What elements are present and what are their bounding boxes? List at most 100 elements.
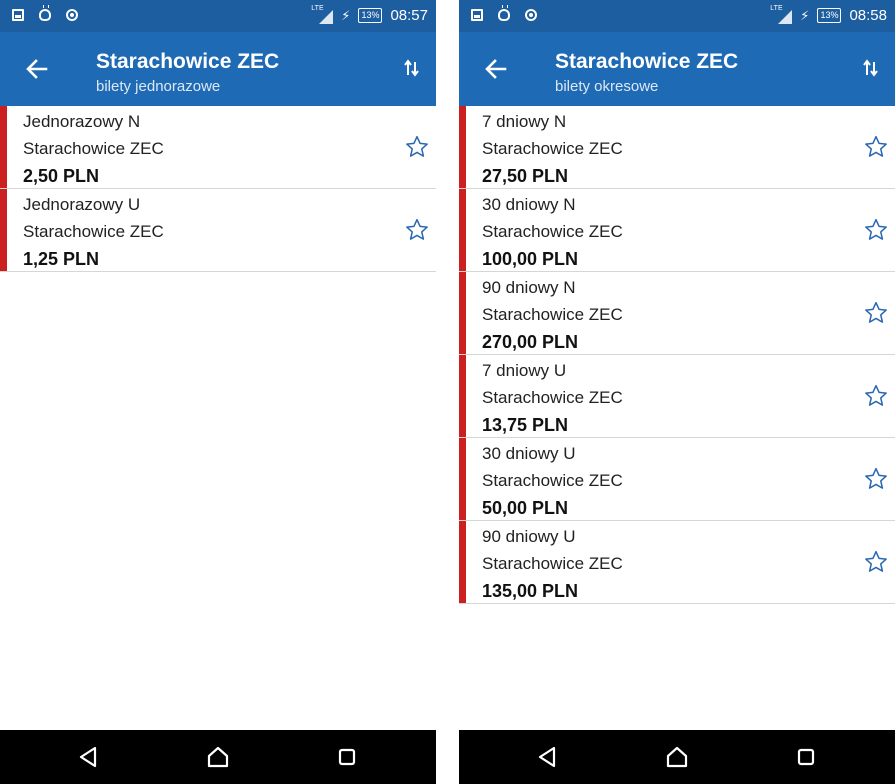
- ticket-price: 13,75 PLN: [482, 415, 569, 435]
- ticket-item[interactable]: Jednorazowy U Starachowice ZEC 1,25 PLN: [0, 189, 436, 272]
- system-nav-bar: [0, 730, 436, 784]
- ticket-price: 1,25 PLN: [23, 249, 100, 269]
- arrow-left-icon: [26, 59, 48, 79]
- ticket-item[interactable]: Jednorazowy N Starachowice ZEC 2,50 PLN: [0, 106, 436, 189]
- star-outline-icon[interactable]: [863, 217, 889, 243]
- ticket-zone: Starachowice ZEC: [482, 554, 623, 573]
- page-title: Starachowice ZEC: [555, 50, 739, 73]
- star-outline-icon[interactable]: [863, 383, 889, 409]
- ticket-info: 7 dniowy N Starachowice ZEC 27,50 PLN: [482, 110, 623, 188]
- status-right: LTE ⚡ 13% 08:58: [770, 5, 887, 25]
- page-subtitle: bilety okresowe: [555, 78, 659, 95]
- ticket-price: 50,00 PLN: [482, 498, 569, 518]
- ticket-item[interactable]: 7 dniowy N Starachowice ZEC 27,50 PLN: [459, 106, 895, 189]
- nav-home-button[interactable]: [664, 744, 690, 770]
- ticket-item[interactable]: 90 dniowy N Starachowice ZEC 270,00 PLN: [459, 272, 895, 355]
- ticket-price: 100,00 PLN: [482, 249, 579, 269]
- ticket-accent-bar: [459, 272, 466, 354]
- nav-recent-button[interactable]: [334, 744, 360, 770]
- ticket-accent-bar: [0, 189, 7, 271]
- notification-icons: [471, 5, 537, 21]
- left-screen: LTE ⚡ 13% 08:57 Starachowice ZEC bilety …: [0, 0, 436, 784]
- ticket-info: 30 dniowy U Starachowice ZEC 50,00 PLN: [482, 442, 623, 520]
- star-outline-icon[interactable]: [404, 134, 430, 160]
- triangle-back-icon: [538, 746, 556, 768]
- ticket-accent-bar: [459, 106, 466, 188]
- ticket-name: 30 dniowy N: [482, 195, 576, 214]
- charging-icon: ⚡: [341, 7, 351, 23]
- ticket-accent-bar: [459, 438, 466, 520]
- ticket-accent-bar: [459, 189, 466, 271]
- ticket-zone: Starachowice ZEC: [482, 388, 623, 407]
- ticket-zone: Starachowice ZEC: [23, 222, 164, 241]
- ticket-zone: Starachowice ZEC: [482, 471, 623, 490]
- ticket-price: 27,50 PLN: [482, 166, 569, 186]
- page-subtitle: bilety jednorazowe: [96, 78, 221, 95]
- ticket-price: 135,00 PLN: [482, 581, 579, 601]
- ticket-accent-bar: [0, 106, 7, 188]
- status-right: LTE ⚡ 13% 08:57: [311, 5, 428, 25]
- square-recent-icon: [797, 748, 815, 766]
- status-bar: LTE ⚡ 13% 08:57: [0, 0, 436, 32]
- bulb-notification-icon: [498, 5, 510, 21]
- image-notification-icon: [471, 9, 483, 21]
- ticket-name: 90 dniowy N: [482, 278, 576, 297]
- battery-indicator: 13%: [358, 8, 383, 23]
- status-bar: LTE ⚡ 13% 08:58: [459, 0, 895, 32]
- ticket-zone: Starachowice ZEC: [482, 222, 623, 241]
- star-outline-icon[interactable]: [863, 549, 889, 575]
- clock: 08:57: [390, 7, 428, 24]
- title-block: Starachowice ZEC bilety okresowe: [555, 50, 738, 95]
- ticket-info: 30 dniowy N Starachowice ZEC 100,00 PLN: [482, 193, 623, 271]
- ticket-item[interactable]: 90 dniowy U Starachowice ZEC 135,00 PLN: [459, 521, 895, 604]
- ticket-name: 7 dniowy U: [482, 361, 567, 380]
- system-nav-bar: [459, 730, 895, 784]
- nav-home-button[interactable]: [205, 744, 231, 770]
- ticket-info: Jednorazowy N Starachowice ZEC 2,50 PLN: [23, 110, 164, 188]
- notification-icons: [12, 5, 78, 21]
- nav-recent-button[interactable]: [793, 744, 819, 770]
- triangle-back-icon: [79, 746, 97, 768]
- star-outline-icon[interactable]: [863, 466, 889, 492]
- ticket-info: 90 dniowy U Starachowice ZEC 135,00 PLN: [482, 525, 623, 603]
- sort-arrows-icon: [404, 59, 419, 77]
- battery-indicator: 13%: [817, 8, 842, 23]
- nav-back-button[interactable]: [534, 744, 560, 770]
- back-button[interactable]: [479, 52, 513, 86]
- ticket-name: 90 dniowy U: [482, 527, 576, 546]
- right-screen: LTE ⚡ 13% 08:58 Starachowice ZEC bilety …: [459, 0, 895, 784]
- ticket-zone: Starachowice ZEC: [482, 305, 623, 324]
- home-icon: [207, 746, 229, 768]
- back-button[interactable]: [20, 52, 54, 86]
- sort-button[interactable]: [859, 56, 883, 80]
- home-icon: [666, 746, 688, 768]
- sort-button[interactable]: [400, 56, 424, 80]
- star-outline-icon[interactable]: [863, 300, 889, 326]
- title-block: Starachowice ZEC bilety jednorazowe: [96, 50, 279, 95]
- nav-back-button[interactable]: [75, 744, 101, 770]
- ticket-accent-bar: [459, 521, 466, 603]
- arrow-left-icon: [485, 59, 507, 79]
- bulb-notification-icon: [39, 5, 51, 21]
- app-bar: Starachowice ZEC bilety jednorazowe: [0, 32, 436, 106]
- ticket-info: 7 dniowy U Starachowice ZEC 13,75 PLN: [482, 359, 623, 437]
- clock: 08:58: [849, 7, 887, 24]
- ticket-info: 90 dniowy N Starachowice ZEC 270,00 PLN: [482, 276, 623, 354]
- ticket-item[interactable]: 30 dniowy N Starachowice ZEC 100,00 PLN: [459, 189, 895, 272]
- page-title: Starachowice ZEC: [96, 50, 280, 73]
- ticket-item[interactable]: 7 dniowy U Starachowice ZEC 13,75 PLN: [459, 355, 895, 438]
- ticket-name: 7 dniowy N: [482, 112, 567, 131]
- star-outline-icon[interactable]: [404, 217, 430, 243]
- star-outline-icon[interactable]: [863, 134, 889, 160]
- circle-notification-icon: [66, 9, 78, 21]
- circle-notification-icon: [525, 9, 537, 21]
- square-recent-icon: [338, 748, 356, 766]
- ticket-name: Jednorazowy U: [23, 195, 141, 214]
- ticket-zone: Starachowice ZEC: [23, 139, 164, 158]
- ticket-name: Jednorazowy N: [23, 112, 141, 131]
- sort-arrows-icon: [863, 59, 878, 77]
- ticket-item[interactable]: 30 dniowy U Starachowice ZEC 50,00 PLN: [459, 438, 895, 521]
- ticket-list: Jednorazowy N Starachowice ZEC 2,50 PLN …: [0, 106, 436, 272]
- ticket-name: 30 dniowy U: [482, 444, 576, 463]
- app-bar: Starachowice ZEC bilety okresowe: [459, 32, 895, 106]
